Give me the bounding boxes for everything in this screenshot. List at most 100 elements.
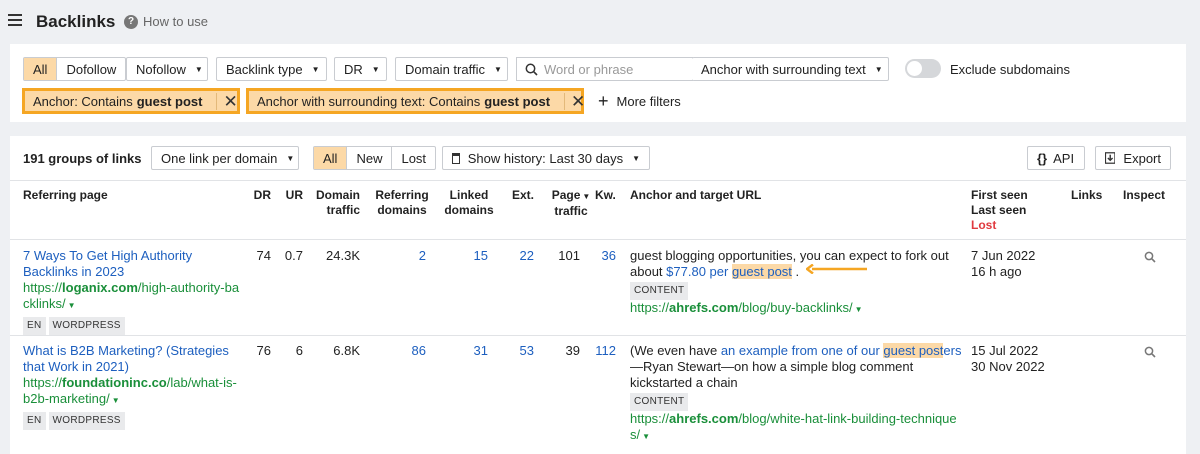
col-label: domains <box>377 203 427 217</box>
active-filter-chip-anchor[interactable]: Anchor: Contains guest post ✕ <box>22 88 240 114</box>
kw-value[interactable]: 112 <box>586 343 616 359</box>
anchor-text: about <box>630 264 667 279</box>
url-domain: foundationinc.co <box>62 375 167 390</box>
caret-down-icon[interactable]: ▼ <box>68 301 76 310</box>
dr-dropdown[interactable]: DR ▼ <box>334 57 387 81</box>
domain-traffic-dropdown[interactable]: Domain traffic ▼ <box>395 57 508 81</box>
chip-prefix: Anchor with surrounding text: Contains <box>257 93 481 109</box>
api-button[interactable]: {} API <box>1027 146 1085 170</box>
grouping-dropdown[interactable]: One link per domain ▼ <box>151 146 299 170</box>
referring-page-url[interactable]: https://loganix.com/high-authority-ba ckl… <box>23 280 243 314</box>
col-label: traffic <box>326 203 360 217</box>
last-seen: 30 Nov 2022 <box>971 359 1045 374</box>
content-tag-line: CONTENT <box>630 392 966 411</box>
linked-domains-value[interactable]: 15 <box>438 248 488 264</box>
anchor-link[interactable]: an example from one of our <box>721 343 884 358</box>
how-to-use-link[interactable]: ? How to use <box>124 14 208 29</box>
remove-filter-x-icon[interactable]: ✕ <box>216 92 238 110</box>
url-rest: /blog/white-hat-link-building-technique <box>738 411 957 426</box>
active-filter-chip-anchor-surrounding[interactable]: Anchor with surrounding text: Contains g… <box>246 88 585 114</box>
col-kw[interactable]: Kw. <box>595 188 616 203</box>
inspect-search-icon[interactable] <box>1144 346 1156 358</box>
tag-list: EN WORDPRESS <box>23 316 243 335</box>
exclude-subdomains-toggle[interactable] <box>905 59 941 78</box>
nofollow-label: Nofollow <box>136 61 186 77</box>
col-dr[interactable]: DR <box>246 188 271 203</box>
search-box <box>516 57 693 81</box>
target-url[interactable]: https://ahrefs.com/blog/white-hat-link-b… <box>630 411 966 445</box>
linked-domains-value[interactable]: 31 <box>438 343 488 359</box>
page-title: Backlinks <box>36 12 116 31</box>
col-links[interactable]: Links <box>1071 188 1102 203</box>
top-bar: Backlinks ? How to use <box>0 0 1200 44</box>
anchor-highlight[interactable]: guest post <box>883 343 944 358</box>
caret-down-icon[interactable]: ▼ <box>112 396 120 405</box>
filter-tab-all[interactable]: All <box>24 58 58 80</box>
referring-page-title[interactable]: 7 Ways To Get High Authority Backlinks in… <box>23 248 243 280</box>
export-button[interactable]: Export <box>1095 146 1171 170</box>
target-url[interactable]: https://ahrefs.com/blog/buy-backlinks/▼ <box>630 300 960 318</box>
col-label: Linked <box>449 188 489 202</box>
anchor-text: . <box>791 264 800 279</box>
col-inspect[interactable]: Inspect <box>1123 188 1165 203</box>
anchor-link[interactable]: ers <box>943 343 961 358</box>
question-icon: ? <box>124 14 138 29</box>
first-seen: 7 Jun 2022 <box>971 248 1036 263</box>
caret-down-icon[interactable]: ▼ <box>855 305 863 314</box>
remove-filter-x-icon[interactable]: ✕ <box>564 92 585 110</box>
col-label: Referring <box>375 188 429 202</box>
col-anchor[interactable]: Anchor and target URL <box>630 188 761 203</box>
search-scope-dropdown[interactable]: Anchor with surrounding text ▼ <box>692 57 889 81</box>
content-tag-line: CONTENT <box>630 281 960 300</box>
dr-value: 74 <box>256 248 271 263</box>
chip-prefix: Anchor: Contains <box>33 93 133 109</box>
col-label: First seen <box>971 188 1028 202</box>
anchor-link[interactable]: $77.80 per <box>666 264 732 279</box>
col-referring-page[interactable]: Referring page <box>23 188 108 203</box>
link-type-segmented: All Dofollow <box>23 57 127 81</box>
anchor-text-line: about $77.80 per guest post . <box>630 264 960 280</box>
seen-dates-cell: 7 Jun 2022 16 h ago <box>971 248 1035 280</box>
referring-page-url[interactable]: https://foundationinc.co/lab/what-is-b2b… <box>23 375 243 409</box>
tab-all[interactable]: All <box>314 147 348 169</box>
anchor-text-line: kickstarted a chain <box>630 375 738 390</box>
backlink-type-dropdown[interactable]: Backlink type ▼ <box>216 57 327 81</box>
api-label: API <box>1053 150 1075 166</box>
ext-value[interactable]: 22 <box>500 248 534 264</box>
history-label: Show history: Last 30 days <box>467 150 624 166</box>
referring-domains-value[interactable]: 86 <box>372 343 426 359</box>
search-scope-label: Anchor with surrounding text <box>701 61 866 77</box>
filter-tab-dofollow[interactable]: Dofollow <box>57 58 125 80</box>
caret-down-icon[interactable]: ▼ <box>642 432 650 441</box>
domain-traffic-label: Domain traffic <box>405 61 485 77</box>
col-domain-traffic[interactable]: Domain traffic <box>310 188 360 218</box>
referring-page-title[interactable]: What is B2B Marketing? (Strategies that W… <box>23 343 243 375</box>
search-input[interactable] <box>544 61 684 77</box>
url-rest: cklinks/ <box>23 296 66 311</box>
col-first-last-seen[interactable]: First seen Last seen Lost <box>971 188 1028 233</box>
col-ur[interactable]: UR <box>278 188 303 203</box>
col-ext[interactable]: Ext. <box>506 188 534 203</box>
divider <box>10 180 1186 181</box>
tab-new[interactable]: New <box>347 147 393 169</box>
url-prefix: https:// <box>630 300 670 315</box>
history-dropdown[interactable]: Show history: Last 30 days ▼ <box>442 146 650 170</box>
col-page-traffic[interactable]: Page ▼ traffic <box>546 188 596 219</box>
anchor-highlight[interactable]: guest post <box>731 264 792 279</box>
url-domain: ahrefs.com <box>669 411 739 426</box>
kw-value[interactable]: 36 <box>586 248 616 264</box>
tab-lost[interactable]: Lost <box>392 147 435 169</box>
col-linked-domains[interactable]: Linked domains <box>438 188 500 218</box>
content-tag: CONTENT <box>630 282 689 300</box>
plus-icon: + <box>598 91 609 111</box>
referring-domains-value[interactable]: 2 <box>372 248 426 264</box>
sort-desc-icon: ▼ <box>582 192 591 201</box>
more-filters-button[interactable]: + More filters <box>598 92 681 110</box>
nofollow-dropdown[interactable]: Nofollow ▼ <box>126 57 208 81</box>
caret-down-icon: ▼ <box>874 64 883 74</box>
inspect-search-icon[interactable] <box>1144 251 1156 263</box>
col-referring-domains[interactable]: Referring domains <box>372 188 432 218</box>
ext-value[interactable]: 53 <box>500 343 534 359</box>
hamburger-menu-icon[interactable] <box>8 14 22 26</box>
domain-traffic-value: 24.3K <box>326 248 360 263</box>
